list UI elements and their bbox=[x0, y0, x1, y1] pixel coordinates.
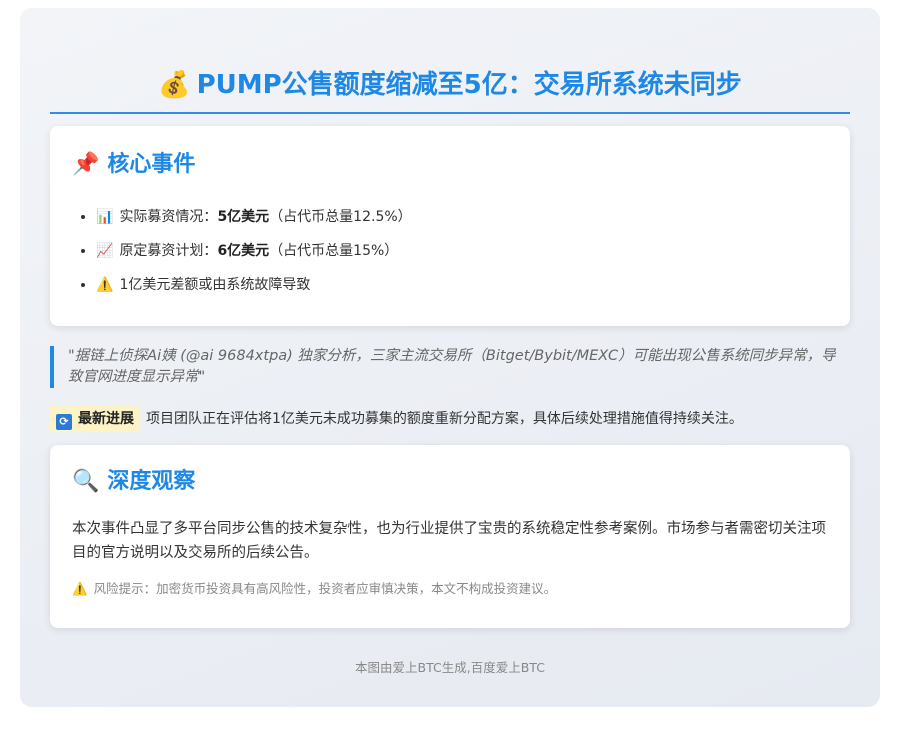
deep-observation-title: 深度观察 bbox=[107, 469, 196, 494]
fact-value: 6亿美元 bbox=[217, 243, 270, 259]
list-item: 📊 实际募资情况：5亿美元（占代币总量12.5%） bbox=[96, 200, 828, 234]
footer-credit: 本图由爱上BTC生成,百度爱上BTC bbox=[355, 660, 545, 675]
latest-progress: ⟳ 最新进展 项目团队正在评估将1亿美元未成功募集的额度重新分配方案，具体后续处理措… bbox=[50, 406, 860, 432]
magnifier-icon: 🔍 bbox=[72, 469, 100, 494]
core-event-title: 核心事件 bbox=[107, 152, 196, 177]
list-item: 📈 原定募资计划：6亿美元（占代币总量15%） bbox=[96, 234, 828, 268]
source-quote: "据链上侦探Ai姨 (@ai 9684xtpa) 独家分析，三家主流交易所（Bi… bbox=[50, 346, 850, 388]
core-event-heading: 📌 核心事件 bbox=[72, 148, 828, 182]
warning-icon: ⚠️ bbox=[96, 277, 114, 293]
fact-label: 实际募资情况： bbox=[119, 209, 218, 225]
progress-tag-label: 最新进展 bbox=[78, 411, 134, 427]
risk-notice: ⚠️ 风险提示：加密货币投资具有高风险性，投资者应审慎决策，本文不构成投资建议。 bbox=[72, 579, 828, 599]
title-row: 💰 PUMP公售额度缩减至5亿：交易所系统未同步 bbox=[50, 60, 850, 114]
refresh-icon: ⟳ bbox=[56, 414, 72, 430]
money-bag-icon: 💰 bbox=[158, 70, 191, 100]
page-title-text: PUMP公售额度缩减至5亿：交易所系统未同步 bbox=[196, 70, 742, 100]
list-item: ⚠️ 1亿美元差额或由系统故障导致 bbox=[96, 268, 828, 302]
pushpin-icon: 📌 bbox=[72, 152, 100, 177]
bar-chart-icon: 📊 bbox=[96, 209, 114, 225]
article-card: 💰PUMP公售额度缩减至5亿：交易所系统未同步 📌 核心事件 📊 实际募资情况：5亿… bbox=[20, 8, 880, 707]
fact-note: （占代币总量15%） bbox=[269, 243, 399, 259]
trend-up-icon: 📈 bbox=[96, 243, 114, 259]
fact-note: （占代币总量12.5%） bbox=[269, 209, 412, 225]
deep-observation-body: 本次事件凸显了多平台同步公售的技术复杂性，也为行业提供了宝贵的系统稳定性参考案例… bbox=[72, 521, 826, 561]
deep-observation-heading: 🔍 深度观察 bbox=[72, 465, 828, 499]
progress-tag: ⟳ 最新进展 bbox=[50, 406, 140, 432]
risk-text: 风险提示：加密货币投资具有高风险性，投资者应审慎决策，本文不构成投资建议。 bbox=[93, 581, 557, 596]
page-title: 💰 PUMP公售额度缩减至5亿：交易所系统未同步 bbox=[50, 60, 850, 110]
deep-observation-panel: 🔍 深度观察 本次事件凸显了多平台同步公售的技术复杂性，也为行业提供了宝贵的系统稳… bbox=[50, 445, 850, 628]
core-event-panel: 📌 核心事件 📊 实际募资情况：5亿美元（占代币总量12.5%） 📈 原定募资计划：6… bbox=[50, 126, 850, 326]
core-event-list: 📊 实际募资情况：5亿美元（占代币总量12.5%） 📈 原定募资计划：6亿美元（占代… bbox=[72, 200, 828, 302]
fact-label: 1亿美元差额或由系统故障导致 bbox=[119, 277, 311, 293]
warning-icon: ⚠️ bbox=[72, 581, 88, 596]
progress-text: 项目团队正在评估将1亿美元未成功募集的额度重新分配方案，具体后续处理措施值得持续… bbox=[146, 411, 743, 427]
fact-label: 原定募资计划： bbox=[119, 243, 218, 259]
fact-value: 5亿美元 bbox=[217, 209, 270, 225]
